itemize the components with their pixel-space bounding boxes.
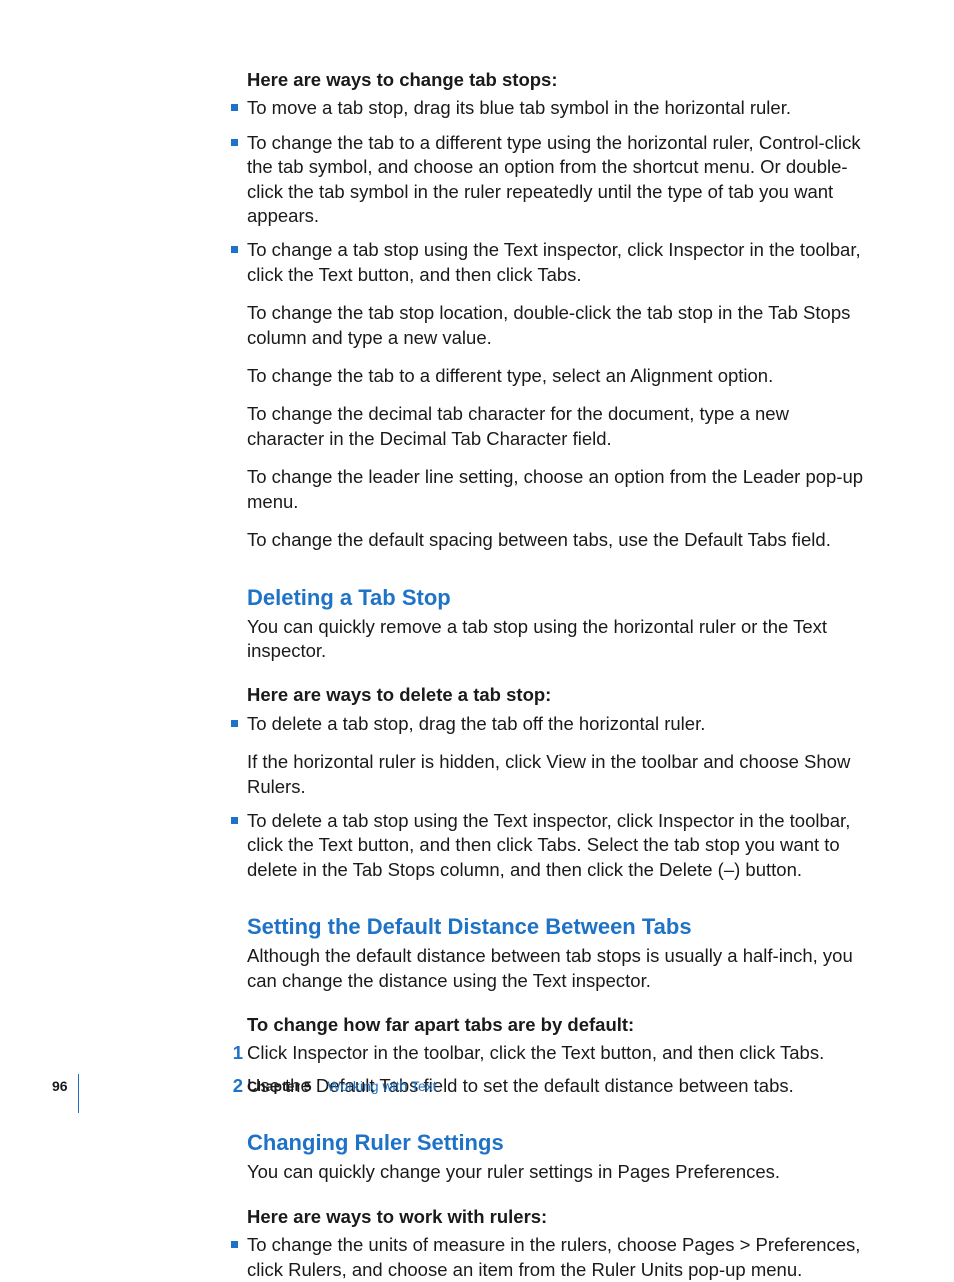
heading-ruler-settings: Changing Ruler Settings [247, 1128, 871, 1157]
list-item-text: To change the decimal tab character for … [247, 402, 871, 451]
step-item: 1 Click Inspector in the toolbar, click … [247, 1041, 871, 1065]
list-item-text: To change a tab stop using the Text insp… [247, 238, 871, 287]
section1-lead: Here are ways to change tab stops: [247, 68, 871, 92]
section3-lead: To change how far apart tabs are by defa… [247, 1013, 871, 1037]
page-footer: 96 Chapter 5 Working with Text [0, 1077, 954, 1105]
list-item-text: To change the tab to a different type, s… [247, 364, 871, 388]
list-item-text: To delete a tab stop, drag the tab off t… [247, 712, 871, 736]
list-item: To change the units of measure in the ru… [247, 1233, 871, 1282]
list-item: To change the tab to a different type us… [247, 131, 871, 229]
section2-lead: Here are ways to delete a tab stop: [247, 683, 871, 707]
list-item-text: To change the leader line setting, choos… [247, 465, 871, 514]
section2-list: To delete a tab stop, drag the tab off t… [247, 712, 871, 882]
list-item-text: To change the units of measure in the ru… [247, 1233, 871, 1282]
list-item: To move a tab stop, drag its blue tab sy… [247, 96, 871, 120]
list-item-text: To change the default spacing between ta… [247, 528, 871, 552]
list-item: To delete a tab stop using the Text insp… [247, 809, 871, 882]
list-item-text: If the horizontal ruler is hidden, click… [247, 750, 871, 799]
section4-intro: You can quickly change your ruler settin… [247, 1160, 871, 1184]
chapter-title: Working with Text [327, 1078, 436, 1094]
list-item: To change a tab stop using the Text insp… [247, 238, 871, 552]
document-page: Here are ways to change tab stops: To mo… [0, 0, 954, 1145]
step-number: 1 [227, 1041, 243, 1065]
list-item: To delete a tab stop, drag the tab off t… [247, 712, 871, 799]
section1-list: To move a tab stop, drag its blue tab sy… [247, 96, 871, 552]
heading-default-distance: Setting the Default Distance Between Tab… [247, 912, 871, 941]
page-number: 96 [52, 1077, 68, 1095]
section4-list: To change the units of measure in the ru… [247, 1233, 871, 1282]
section3-intro: Although the default distance between ta… [247, 944, 871, 993]
footer-chapter: Chapter 5 Working with Text [247, 1077, 437, 1095]
footer-rule [78, 1074, 79, 1113]
list-item-text: To change the tab to a different type us… [247, 131, 871, 229]
list-item-text: To delete a tab stop using the Text insp… [247, 809, 871, 882]
heading-deleting-tab-stop: Deleting a Tab Stop [247, 583, 871, 612]
chapter-label: Chapter 5 [247, 1078, 312, 1094]
list-item-text: To change the tab stop location, double-… [247, 301, 871, 350]
list-item-text: To move a tab stop, drag its blue tab sy… [247, 96, 871, 120]
section4-lead: Here are ways to work with rulers: [247, 1205, 871, 1229]
step-text: Click Inspector in the toolbar, click th… [247, 1042, 824, 1063]
section2-intro: You can quickly remove a tab stop using … [247, 615, 871, 664]
